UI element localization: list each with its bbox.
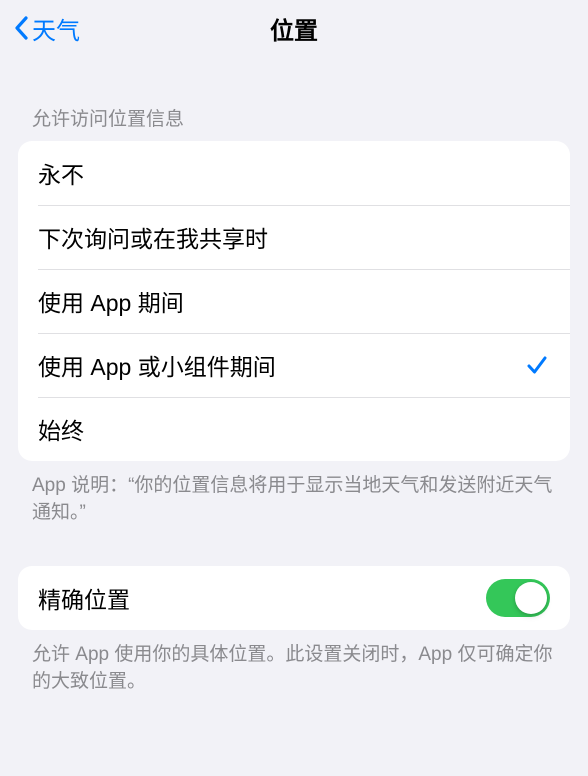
back-label: 天气 xyxy=(32,11,80,46)
precise-location-label: 精确位置 xyxy=(38,581,486,615)
checkmark-icon xyxy=(524,352,550,378)
toggle-knob xyxy=(515,582,547,614)
option-label: 使用 App 期间 xyxy=(38,284,550,318)
precise-location-row[interactable]: 精确位置 xyxy=(18,566,570,630)
option-while-using-app-or-widgets[interactable]: 使用 App 或小组件期间 xyxy=(18,333,570,397)
option-label: 永不 xyxy=(38,156,550,190)
precise-location-group: 精确位置 xyxy=(18,566,570,630)
page-title: 位置 xyxy=(270,11,318,46)
option-label: 使用 App 或小组件期间 xyxy=(38,348,524,382)
back-button[interactable]: 天气 xyxy=(8,7,84,50)
option-while-using-app[interactable]: 使用 App 期间 xyxy=(18,269,570,333)
precise-location-footer: 允许 App 使用你的具体位置。此设置关闭时，App 仅可确定你的大致位置。 xyxy=(0,630,588,695)
section-header-allow: 允许访问位置信息 xyxy=(0,56,588,141)
option-label: 始终 xyxy=(38,412,550,446)
option-label: 下次询问或在我共享时 xyxy=(38,220,550,254)
option-ask-next-time[interactable]: 下次询问或在我共享时 xyxy=(18,205,570,269)
location-access-options: 永不 下次询问或在我共享时 使用 App 期间 使用 App 或小组件期间 始终 xyxy=(18,141,570,461)
precise-location-toggle[interactable] xyxy=(486,579,550,617)
option-always[interactable]: 始终 xyxy=(18,397,570,461)
app-description-footer: App 说明：“你的位置信息将用于显示当地天气和发送附近天气通知。” xyxy=(0,461,588,526)
chevron-left-icon xyxy=(12,14,30,42)
navigation-bar: 天气 位置 xyxy=(0,0,588,56)
option-never[interactable]: 永不 xyxy=(18,141,570,205)
